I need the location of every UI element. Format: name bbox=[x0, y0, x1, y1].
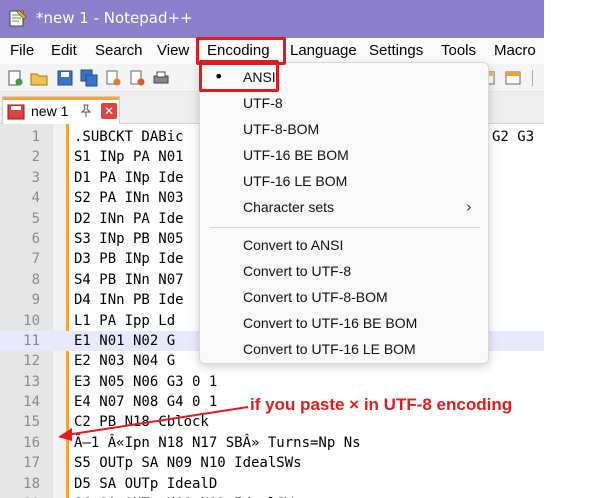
line-number: 12 bbox=[23, 353, 40, 370]
line-number: 10 bbox=[23, 312, 40, 329]
close-icon[interactable]: ✕ bbox=[101, 103, 117, 119]
line-number: 18 bbox=[23, 475, 40, 492]
convert-to-ansi[interactable]: Convert to ANSI bbox=[200, 233, 488, 259]
pin-icon[interactable] bbox=[79, 104, 93, 118]
line-text: S5 OUTp SA N09 N10 IdealSWs bbox=[74, 455, 302, 472]
menu-edit[interactable]: Edit bbox=[51, 42, 77, 59]
line-number: 9 bbox=[31, 292, 40, 309]
submenu-arrow-icon: › bbox=[466, 198, 472, 216]
convert-to-utf8-bom[interactable]: Convert to UTF-8-BOM bbox=[200, 285, 488, 311]
menu-search[interactable]: Search bbox=[95, 42, 143, 59]
line-text: S2 PA INn N03 bbox=[74, 190, 184, 207]
convert-to-utf8[interactable]: Convert to UTF-8 bbox=[200, 259, 488, 285]
line-1-right-text: G2 G3 bbox=[492, 129, 535, 145]
toolbar-icon-right-2[interactable] bbox=[504, 69, 522, 87]
line-text: S3 INp PB N05 bbox=[74, 230, 184, 247]
convert-to-utf16-le-bom[interactable]: Convert to UTF-16 LE BOM bbox=[200, 337, 488, 363]
line-text: S6 SA OUTn N11 N12 IdealSWs bbox=[74, 494, 302, 498]
line-text: E1 N01 N02 G bbox=[74, 332, 176, 349]
print-icon[interactable] bbox=[152, 69, 170, 87]
line-number: 7 bbox=[31, 251, 40, 268]
line-text: S1 INp PA N01 bbox=[74, 149, 184, 166]
line-number: 4 bbox=[31, 190, 40, 207]
toolbar-separator bbox=[532, 70, 533, 86]
menu-file[interactable]: File bbox=[10, 42, 34, 59]
title-bar: *new 1 - Notepad++ bbox=[0, 0, 544, 38]
menu-language[interactable]: Language bbox=[290, 42, 357, 59]
encoding-utf8[interactable]: UTF-8 bbox=[200, 91, 488, 117]
annotation-arrow-icon bbox=[58, 406, 249, 441]
editor-line[interactable]: 17 S5 OUTp SA N09 N10 IdealSWs bbox=[0, 453, 544, 473]
close-file-icon[interactable] bbox=[104, 69, 122, 87]
line-text: D2 INn PA Ide bbox=[74, 210, 184, 227]
unsaved-file-icon bbox=[7, 104, 25, 120]
menu-separator bbox=[210, 227, 480, 228]
encoding-utf16-be-bom[interactable]: UTF-16 BE BOM bbox=[200, 143, 488, 169]
encoding-character-sets[interactable]: Character sets › bbox=[200, 195, 488, 221]
menu-settings[interactable]: Settings bbox=[369, 42, 423, 59]
line-text: D5 SA OUTp IdealD bbox=[74, 475, 218, 492]
line-text: D3 PB INp Ide bbox=[74, 251, 184, 268]
active-tab-indicator bbox=[3, 97, 119, 100]
encoding-menu: • ANSI UTF-8 UTF-8-BOM UTF-16 BE BOM UTF… bbox=[199, 62, 489, 364]
open-file-icon[interactable] bbox=[30, 69, 48, 87]
annotation-text: if you paste × in UTF-8 encoding bbox=[250, 395, 513, 414]
line-number: 1 bbox=[31, 129, 40, 145]
line-text: L1 PA Ipp Ld bbox=[74, 312, 176, 329]
line-number: 5 bbox=[31, 210, 40, 227]
save-icon[interactable] bbox=[56, 69, 74, 87]
line-text: E2 N03 N04 G bbox=[74, 353, 176, 370]
line-number: 11 bbox=[23, 332, 40, 349]
editor-line[interactable]: 18 D5 SA OUTp IdealD bbox=[0, 474, 544, 494]
line-number: 3 bbox=[31, 169, 40, 186]
line-number: 13 bbox=[23, 373, 40, 390]
line-text: S4 PB INn N07 bbox=[74, 271, 184, 288]
line-text: .SUBCKT DABic bbox=[74, 129, 184, 145]
line-number: 8 bbox=[31, 271, 40, 288]
notepadpp-icon bbox=[9, 9, 27, 27]
tab-label: new 1 bbox=[31, 103, 69, 119]
line-text: D1 PA INp Ide bbox=[74, 169, 184, 186]
window-title: *new 1 - Notepad++ bbox=[36, 9, 193, 27]
menu-macro[interactable]: Macro bbox=[494, 42, 536, 59]
encoding-utf16-le-bom[interactable]: UTF-16 LE BOM bbox=[200, 169, 488, 195]
line-text: D4 INn PB Ide bbox=[74, 292, 184, 309]
highlight-ansi-item bbox=[199, 60, 279, 92]
editor-line[interactable]: 19 S6 SA OUTn N11 N12 IdealSWs bbox=[0, 494, 544, 498]
menu-tools[interactable]: Tools bbox=[441, 42, 476, 59]
editor-line[interactable]: 13 E3 N05 N06 G3 0 1 bbox=[0, 372, 544, 392]
save-all-icon[interactable] bbox=[80, 69, 98, 87]
window-edge bbox=[544, 0, 591, 498]
line-number: 2 bbox=[31, 149, 40, 166]
line-text: E3 N05 N06 G3 0 1 bbox=[74, 373, 218, 390]
new-file-icon[interactable] bbox=[6, 69, 24, 87]
tab-new-1[interactable]: new 1 ✕ bbox=[2, 96, 120, 124]
line-number: 19 bbox=[0, 494, 40, 498]
line-number: 17 bbox=[23, 455, 40, 472]
encoding-utf8-bom[interactable]: UTF-8-BOM bbox=[200, 117, 488, 143]
close-all-icon[interactable] bbox=[128, 69, 146, 87]
menu-view[interactable]: View bbox=[157, 42, 189, 59]
convert-to-utf16-be-bom[interactable]: Convert to UTF-16 BE BOM bbox=[200, 311, 488, 337]
line-number: 6 bbox=[31, 230, 40, 247]
